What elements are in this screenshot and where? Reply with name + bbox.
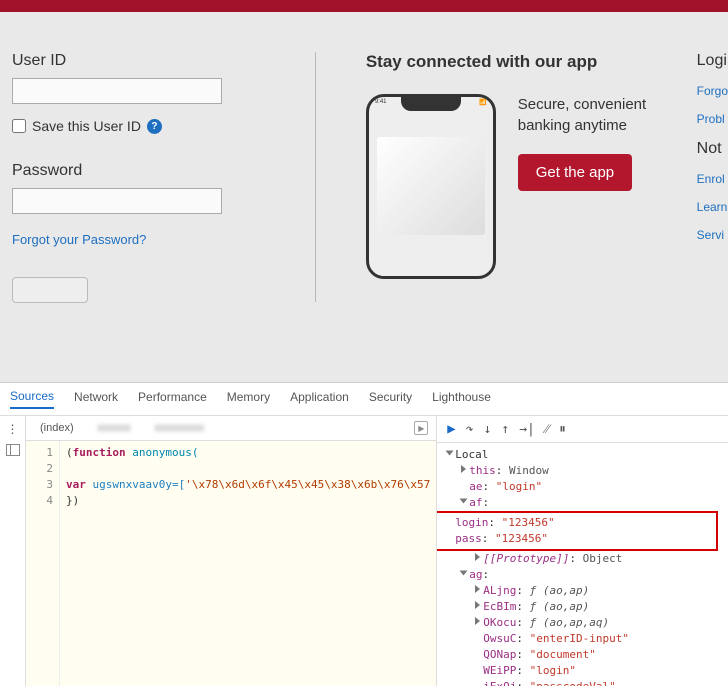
login-form: User ID Save this User ID ? Password For… (12, 52, 315, 342)
step-icon[interactable]: →| (519, 422, 535, 437)
help-icon[interactable]: ? (147, 119, 162, 134)
sidebar-link-learn[interactable]: Learn (697, 200, 728, 214)
tab-network[interactable]: Network (74, 390, 118, 408)
sidebar-link-problem[interactable]: Probl (697, 112, 728, 126)
step-over-icon[interactable]: ↷ (466, 422, 474, 437)
run-icon[interactable]: ▶ (414, 421, 428, 435)
sidebar-link-service[interactable]: Servi (697, 228, 728, 242)
password-input[interactable] (12, 188, 222, 214)
step-into-icon[interactable]: ↓ (484, 422, 492, 437)
sidebar-heading-not: Not (697, 140, 728, 158)
tab-sources[interactable]: Sources (10, 389, 54, 409)
debugger-toolbar: ▶ ↷ ↓ ↑ →| ⁄⁄ ⏸ (437, 416, 728, 443)
scope-pane: ▶ ↷ ↓ ↑ →| ⁄⁄ ⏸ Local this: Window ae: "… (437, 416, 728, 686)
tab-security[interactable]: Security (369, 390, 412, 408)
code-area[interactable]: (function anonymous( var ugswnxvaav0y=['… (60, 441, 436, 686)
toggle-panel-icon[interactable] (6, 444, 20, 456)
file-tab-blur-2[interactable]: xxxxxxxxx (149, 420, 211, 436)
highlighted-credentials: login: "123456" pass: "123456" (437, 511, 718, 551)
page-content: User ID Save this User ID ? Password For… (0, 12, 728, 382)
sidebar-heading-login: Logi (697, 52, 728, 70)
file-tab-blur-1[interactable]: xxxxxx (92, 420, 137, 436)
get-app-button[interactable]: Get the app (518, 154, 632, 191)
save-userid-checkbox[interactable] (12, 119, 26, 133)
file-tab-index[interactable]: (index) (34, 420, 80, 436)
sidebar-link-enroll[interactable]: Enrol (697, 172, 728, 186)
tab-memory[interactable]: Memory (227, 390, 270, 408)
phone-illustration: 9:41📶 (366, 94, 496, 279)
resume-icon[interactable]: ▶ (447, 421, 455, 437)
line-gutter: 1234 (26, 441, 60, 686)
promo-subhead: Secure, convenient banking anytime (518, 94, 667, 136)
tab-application[interactable]: Application (290, 390, 349, 408)
forgot-password-link[interactable]: Forgot your Password? (12, 232, 146, 247)
submit-button[interactable] (12, 277, 88, 303)
scope-variables[interactable]: Local this: Window ae: "login" af: login… (437, 443, 728, 686)
promo-heading: Stay connected with our app (366, 52, 667, 72)
scope-local-label: Local (455, 448, 488, 461)
password-label: Password (12, 162, 285, 180)
deactivate-bp-icon[interactable]: ⁄⁄ (545, 421, 549, 437)
devtools-tabs: Sources Network Performance Memory Appli… (0, 383, 728, 416)
devtools-panel: Sources Network Performance Memory Appli… (0, 382, 728, 695)
sources-pane: (index) xxxxxx xxxxxxxxx ▶ 1234 (functio… (26, 416, 437, 686)
tab-lighthouse[interactable]: Lighthouse (432, 390, 491, 408)
app-promo: Stay connected with our app 9:41📶 Secure… (316, 52, 667, 342)
sidebar-link-forgot[interactable]: Forgo (697, 84, 728, 98)
sidebar-links: Logi Forgo Probl Not Enrol Learn Servi (667, 52, 728, 342)
pause-icon[interactable]: ⏸ (559, 422, 566, 437)
tab-performance[interactable]: Performance (138, 390, 207, 408)
brand-topbar (0, 0, 728, 12)
save-userid-label: Save this User ID (32, 118, 141, 134)
devtools-left-rail: ⋮ (0, 416, 26, 686)
userid-label: User ID (12, 52, 285, 70)
step-out-icon[interactable]: ↑ (501, 422, 509, 437)
more-icon[interactable]: ⋮ (7, 422, 19, 436)
userid-input[interactable] (12, 78, 222, 104)
